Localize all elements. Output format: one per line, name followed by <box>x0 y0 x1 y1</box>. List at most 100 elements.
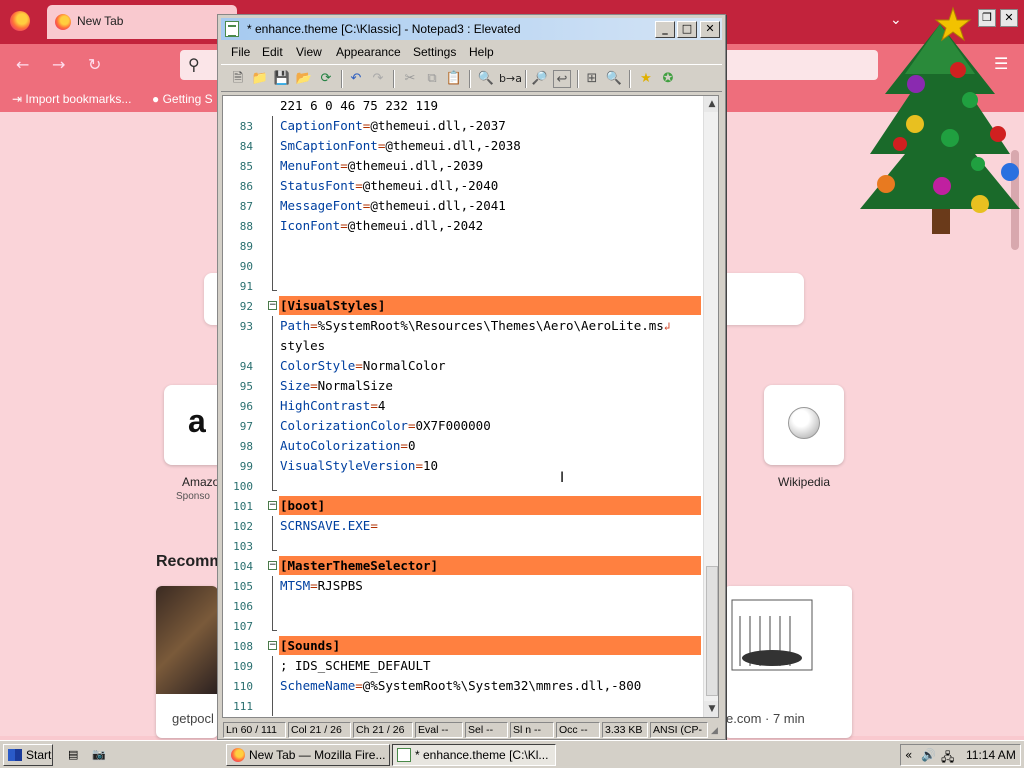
menu-settings[interactable]: Settings <box>413 45 456 59</box>
editor-line[interactable]: 93 Path=%SystemRoot%\Resources\Themes\Aer… <box>223 316 703 336</box>
editor-line[interactable]: styles <box>223 336 703 356</box>
editor-line[interactable]: 88 IconFont=@themeui.dll,-2042 <box>223 216 703 236</box>
editor-vertical-scrollbar[interactable]: ▲ ▼ <box>703 96 718 717</box>
editor-line[interactable]: 100 <box>223 476 703 496</box>
section-header-line[interactable]: 108 − [Sounds] <box>223 636 703 656</box>
word-wrap-icon[interactable]: 🔎 <box>531 70 549 88</box>
status-selection[interactable]: Sel -- <box>465 722 508 738</box>
status-char[interactable]: Ch 21 / 26 <box>353 722 413 738</box>
editor-line[interactable]: 106 <box>223 596 703 616</box>
editor-line[interactable]: 84 SmCaptionFont=@themeui.dll,-2038 <box>223 136 703 156</box>
section-header-line[interactable]: 92 − [VisualStyles] <box>223 296 703 316</box>
editor-line[interactable]: 87 MessageFont=@themeui.dll,-2041 <box>223 196 703 216</box>
close-button[interactable]: ✕ <box>700 21 720 38</box>
save-icon[interactable]: 💾 <box>273 70 291 88</box>
maximize-button[interactable]: □ <box>677 21 697 38</box>
fold-toggle-icon[interactable]: − <box>268 301 277 310</box>
christmas-tree-decoration <box>860 6 1020 234</box>
editor-line[interactable]: 96 HighContrast=4 <box>223 396 703 416</box>
replace-icon[interactable]: b→a <box>499 70 522 88</box>
section-header-line[interactable]: 101 − [boot] <box>223 496 703 516</box>
start-button[interactable]: Start <box>3 744 53 766</box>
editor-line[interactable]: 97 ColorizationColor=0X7F000000 <box>223 416 703 436</box>
redo-icon[interactable]: ↷ <box>369 70 387 88</box>
add-favorite-icon[interactable]: ✪ <box>659 70 677 88</box>
status-occurrences[interactable]: Occ -- <box>556 722 600 738</box>
import-bookmarks-link[interactable]: ⇥ Import bookmarks... <box>12 92 131 106</box>
wrap-toggle-icon[interactable]: ↩ <box>553 70 571 88</box>
status-eval[interactable]: Eval -- <box>415 722 463 738</box>
editor-line[interactable]: 103 <box>223 536 703 556</box>
fold-toggle-icon[interactable]: − <box>268 641 277 650</box>
scroll-down-arrow-icon[interactable]: ▼ <box>704 701 718 717</box>
status-encoding[interactable]: ANSI (CP- <box>650 722 708 738</box>
show-desktop-icon[interactable]: ▤ <box>68 748 82 761</box>
back-arrow-icon[interactable]: ← <box>16 55 29 74</box>
editor-line[interactable]: 102 SCRNSAVE.EXE= <box>223 516 703 536</box>
recommended-card[interactable]: e.com · 7 min <box>724 586 852 738</box>
tray-expand-icon[interactable]: « <box>905 748 912 762</box>
status-column[interactable]: Col 21 / 26 <box>288 722 351 738</box>
favorites-star-icon[interactable]: ★ <box>637 70 655 88</box>
open-folder-icon[interactable]: 📁 <box>251 70 269 88</box>
menu-help[interactable]: Help <box>469 45 494 59</box>
editor-line[interactable]: 105 MTSM=RJSPBS <box>223 576 703 596</box>
resize-grip-icon[interactable]: ◢ <box>711 726 718 736</box>
fold-toggle-icon[interactable]: − <box>268 501 277 510</box>
notepad3-app-icon[interactable] <box>225 21 239 37</box>
status-file-size[interactable]: 3.33 KB <box>602 722 648 738</box>
taskbar-firefox[interactable]: New Tab — Mozilla Fire... <box>226 744 390 766</box>
zoom-out-icon[interactable]: 🔍 <box>605 70 623 88</box>
fold-toggle-icon[interactable]: − <box>268 561 277 570</box>
editor-line[interactable]: 89 <box>223 236 703 256</box>
recommended-card[interactable]: getpocl <box>156 586 218 738</box>
zoom-in-icon[interactable]: ⊞ <box>583 70 601 88</box>
menu-view[interactable]: View <box>296 45 322 59</box>
new-file-icon[interactable]: 🗎 <box>229 70 247 88</box>
editor-line[interactable]: 94 ColorStyle=NormalColor <box>223 356 703 376</box>
editor-line[interactable]: 86 StatusFont=@themeui.dll,-2040 <box>223 176 703 196</box>
copy-icon[interactable]: ⧉ <box>423 70 441 88</box>
editor-line[interactable]: 109 ; IDS_SCHEME_DEFAULT <box>223 656 703 676</box>
volume-icon[interactable]: 🔊 <box>921 748 936 762</box>
editor-line[interactable]: 107 <box>223 616 703 636</box>
editor-line[interactable]: 85 MenuFont=@themeui.dll,-2039 <box>223 156 703 176</box>
editor-line[interactable]: 98 AutoColorization=0 <box>223 436 703 456</box>
paste-icon[interactable]: 📋 <box>445 70 463 88</box>
forward-arrow-icon[interactable]: → <box>52 55 65 74</box>
getting-started-link[interactable]: ● Getting S <box>152 92 213 106</box>
status-selected-lines[interactable]: Sl n -- <box>510 722 554 738</box>
clock[interactable]: 11:14 AM <box>966 748 1016 762</box>
editor-line[interactable]: 95 Size=NormalSize <box>223 376 703 396</box>
reload-icon[interactable]: ↻ <box>88 55 101 74</box>
scroll-up-arrow-icon[interactable]: ▲ <box>704 96 718 112</box>
browse-icon[interactable]: 📂 <box>295 70 313 88</box>
section-header-line[interactable]: 104 − [MasterThemeSelector] <box>223 556 703 576</box>
scroll-thumb[interactable] <box>706 566 718 696</box>
minimize-button[interactable]: _ <box>655 21 675 38</box>
editor-line[interactable]: 111 <box>223 696 703 716</box>
cut-icon[interactable]: ✂ <box>401 70 419 88</box>
editor-area[interactable]: 221 6 0 46 75 232 119 83 CaptionFont=@them… <box>222 95 719 718</box>
editor-line[interactable]: 110 SchemeName=@%SystemRoot%\System32\mmr… <box>223 676 703 696</box>
shortcut-wikipedia[interactable] <box>764 385 844 465</box>
editor-line[interactable]: 99 VisualStyleVersion=10 <box>223 456 703 476</box>
notepad3-title-bar[interactable]: * enhance.theme [C:\Klassic] - Notepad3 … <box>221 18 722 40</box>
find-icon[interactable]: 🔍 <box>477 70 495 88</box>
editor-line[interactable]: 83 CaptionFont=@themeui.dll,-2037 <box>223 116 703 136</box>
menu-edit[interactable]: Edit <box>262 45 283 59</box>
menu-appearance[interactable]: Appearance <box>336 45 401 59</box>
menu-file[interactable]: File <box>231 45 250 59</box>
editor-line[interactable]: 91 <box>223 276 703 296</box>
explorer-quicklaunch-icon[interactable]: 📷 <box>92 748 106 761</box>
undo-icon[interactable]: ↶ <box>347 70 365 88</box>
editor-line[interactable]: 90 <box>223 256 703 276</box>
firefox-logo-icon[interactable] <box>10 11 30 31</box>
firefox-tab-new-tab[interactable]: New Tab <box>47 5 237 39</box>
network-icon[interactable]: 🖧 <box>941 748 954 768</box>
taskbar-notepad3[interactable]: * enhance.theme [C:\Kl... <box>392 744 556 766</box>
card-image <box>156 586 218 694</box>
editor-line[interactable]: 221 6 0 46 75 232 119 <box>223 96 703 116</box>
favorites-icon[interactable]: ⟳ <box>317 70 335 88</box>
status-line[interactable]: Ln 60 / 111 <box>223 722 286 738</box>
